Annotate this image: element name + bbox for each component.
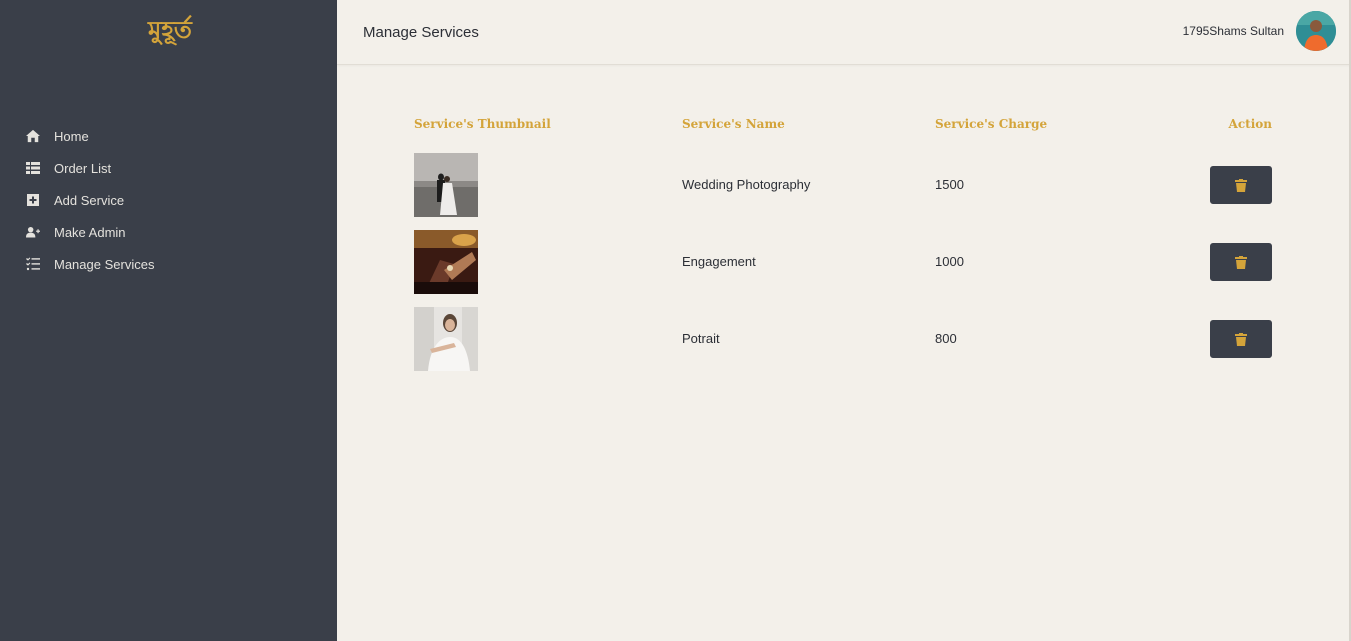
user-plus-icon xyxy=(25,225,41,239)
sidebar-item-label: Home xyxy=(54,128,89,144)
service-thumbnail xyxy=(414,230,478,294)
trash-icon xyxy=(1235,255,1247,269)
delete-button[interactable] xyxy=(1210,243,1272,281)
trash-icon xyxy=(1235,178,1247,192)
table-header: Service's Thumbnail Service's Name Servi… xyxy=(414,117,1272,135)
brand-logo[interactable]: মুহূর্ত xyxy=(148,12,192,52)
table-row: Wedding Photography 1500 xyxy=(414,153,1272,217)
page-title: Manage Services xyxy=(363,24,479,41)
delete-button[interactable] xyxy=(1210,320,1272,358)
sidebar-item-label: Add Service xyxy=(54,192,125,208)
services-table: Service's Thumbnail Service's Name Servi… xyxy=(414,117,1272,371)
user-name: 1795Shams Sultan xyxy=(1182,24,1284,38)
service-name: Engagement xyxy=(682,254,756,269)
list-icon xyxy=(25,161,41,175)
sidebar-item-label: Make Admin xyxy=(54,224,126,240)
column-header-charge: Service's Charge xyxy=(935,117,1048,131)
sidebar-item-label: Order List xyxy=(54,160,112,176)
sidebar-item-add-service[interactable]: Add Service xyxy=(25,184,154,216)
sidebar: মুহূর্ত Home Order List Add Service Make… xyxy=(0,0,337,641)
table-row: Engagement 1000 xyxy=(414,230,1272,294)
sidebar-item-manage-services[interactable]: Manage Services xyxy=(25,248,154,280)
service-charge: 1000 xyxy=(935,254,964,269)
sidebar-item-order-list[interactable]: Order List xyxy=(25,152,154,184)
home-icon xyxy=(25,129,41,143)
service-name: Wedding Photography xyxy=(682,177,811,192)
service-charge: 800 xyxy=(935,331,957,346)
sidebar-nav: Home Order List Add Service Make Admin M… xyxy=(25,120,154,280)
plus-square-icon xyxy=(25,193,41,207)
column-header-name: Service's Name xyxy=(682,117,785,131)
sidebar-item-label: Manage Services xyxy=(54,256,155,272)
sidebar-item-make-admin[interactable]: Make Admin xyxy=(25,216,154,248)
service-thumbnail xyxy=(414,153,478,217)
service-name: Potrait xyxy=(682,331,720,346)
column-header-thumbnail: Service's Thumbnail xyxy=(414,117,551,131)
sidebar-item-home[interactable]: Home xyxy=(25,120,154,152)
column-header-action: Action xyxy=(1228,117,1272,131)
table-row: Potrait 800 xyxy=(414,307,1272,371)
tasks-icon xyxy=(25,257,41,271)
service-thumbnail xyxy=(414,307,478,371)
delete-button[interactable] xyxy=(1210,166,1272,204)
top-bar: Manage Services 1795Shams Sultan xyxy=(337,0,1351,65)
service-charge: 1500 xyxy=(935,177,964,192)
avatar[interactable] xyxy=(1296,11,1336,51)
trash-icon xyxy=(1235,332,1247,346)
